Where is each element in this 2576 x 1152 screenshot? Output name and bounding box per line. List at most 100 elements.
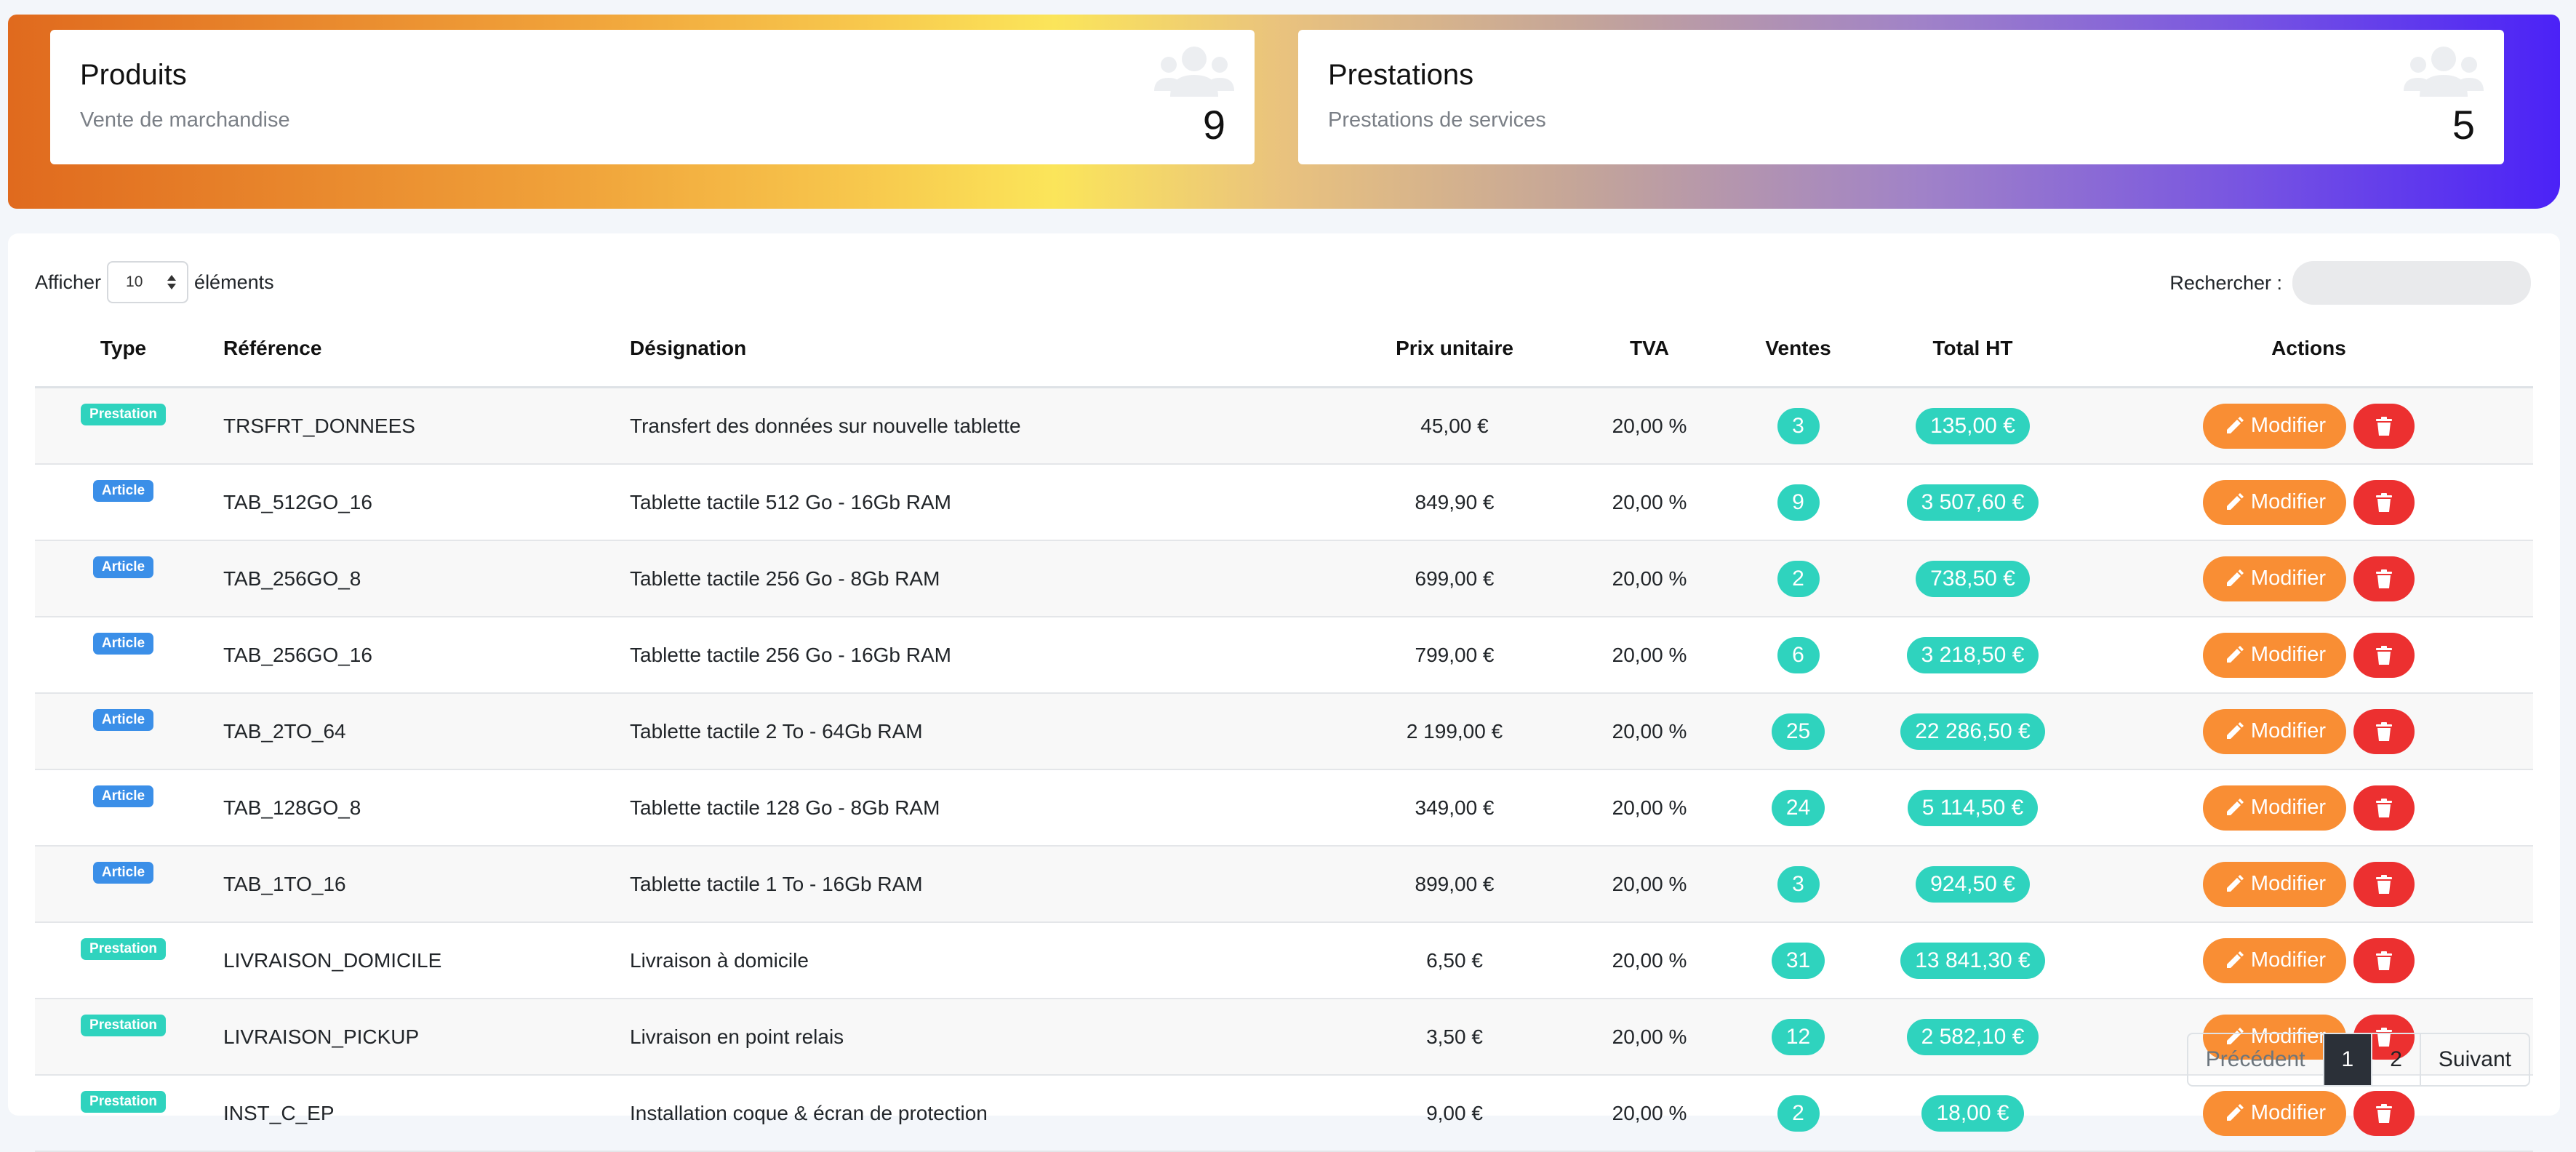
sales-cell: 12	[1735, 999, 1861, 1076]
pagination-page-2[interactable]: 2	[2372, 1034, 2421, 1085]
column-header-type[interactable]: Type	[35, 311, 212, 388]
column-header-sales[interactable]: Ventes	[1735, 311, 1861, 388]
delete-button[interactable]	[2353, 556, 2415, 601]
designation-cell: Tablette tactile 2 To - 64Gb RAM	[618, 693, 1345, 770]
reference-cell: TAB_128GO_8	[212, 769, 618, 847]
actions-cell: Modifier	[2084, 693, 2533, 770]
sales-pill: 24	[1771, 789, 1825, 826]
column-header-unit-price[interactable]: Prix unitaire	[1345, 311, 1564, 388]
delete-button[interactable]	[2353, 708, 2415, 754]
delete-button[interactable]	[2353, 861, 2415, 907]
type-cell: Article	[35, 846, 212, 923]
stat-subtitle: Prestations de services	[1328, 108, 1546, 132]
designation-cell: Installation coque & écran de protection	[618, 1075, 1345, 1152]
total-ht-cell: 13 841,30 €	[1861, 922, 2084, 999]
designation-cell: Tablette tactile 128 Go - 8Gb RAM	[618, 769, 1345, 847]
total-ht-pill: 738,50 €	[1916, 560, 2030, 597]
users-icon	[2404, 47, 2484, 97]
products-table: Type Référence Désignation Prix unitaire…	[35, 311, 2533, 1152]
edit-button[interactable]: Modifier	[2202, 708, 2347, 754]
total-ht-pill: 5 114,50 €	[1907, 789, 2039, 826]
delete-button[interactable]	[2353, 937, 2415, 983]
unit-price-cell: 849,90 €	[1345, 464, 1564, 541]
reference-cell: INST_C_EP	[212, 1075, 618, 1152]
column-header-total-ht[interactable]: Total HT	[1861, 311, 2084, 388]
column-header-designation[interactable]: Désignation	[618, 311, 1345, 388]
delete-button[interactable]	[2353, 479, 2415, 525]
pencil-icon	[2226, 569, 2244, 586]
type-cell: Article	[35, 769, 212, 847]
delete-button[interactable]	[2353, 632, 2415, 678]
total-ht-pill: 22 286,50 €	[1900, 713, 2045, 750]
edit-button[interactable]: Modifier	[2202, 632, 2347, 678]
trash-icon	[2376, 1103, 2393, 1123]
trash-icon	[2376, 645, 2393, 665]
designation-cell: Livraison à domicile	[618, 922, 1345, 999]
sales-pill: 3	[1777, 865, 1820, 903]
stat-card-produits: Produits Vente de marchandise 9	[50, 30, 1255, 164]
sales-pill: 2	[1777, 560, 1820, 597]
total-ht-pill: 2 582,10 €	[1906, 1018, 2039, 1055]
products-panel: Afficher 10 éléments Rechercher : Type R…	[8, 233, 2560, 1152]
delete-button[interactable]	[2353, 1090, 2415, 1136]
page-length-select[interactable]: 10	[107, 261, 189, 303]
edit-button-label: Modifier	[2250, 872, 2327, 895]
type-badge: Prestation	[81, 404, 166, 425]
unit-price-cell: 799,00 €	[1345, 617, 1564, 694]
tva-cell: 20,00 %	[1564, 464, 1735, 541]
designation-cell: Tablette tactile 256 Go - 8Gb RAM	[618, 540, 1345, 617]
type-cell: Prestation	[35, 922, 212, 999]
type-cell: Prestation	[35, 387, 212, 465]
edit-button[interactable]: Modifier	[2202, 1090, 2347, 1136]
edit-button-label: Modifier	[2250, 796, 2327, 819]
type-badge: Article	[92, 709, 154, 731]
total-ht-cell: 18,00 €	[1861, 1075, 2084, 1152]
page-length-value: 10	[126, 273, 143, 290]
pagination-next[interactable]: Suivant	[2421, 1034, 2529, 1085]
reference-cell: LIVRAISON_DOMICILE	[212, 922, 618, 999]
pencil-icon	[2226, 798, 2244, 815]
type-badge: Article	[92, 480, 154, 502]
total-ht-pill: 13 841,30 €	[1900, 942, 2045, 979]
trash-icon	[2376, 569, 2393, 588]
column-header-tva[interactable]: TVA	[1564, 311, 1735, 388]
edit-button-label: Modifier	[2250, 414, 2327, 437]
sales-pill: 12	[1771, 1018, 1825, 1055]
actions-cell: Modifier	[2084, 387, 2533, 465]
edit-button[interactable]: Modifier	[2202, 556, 2347, 601]
tva-cell: 20,00 %	[1564, 846, 1735, 923]
sales-pill: 2	[1777, 1095, 1820, 1132]
tva-cell: 20,00 %	[1564, 922, 1735, 999]
sales-cell: 3	[1735, 387, 1861, 465]
search-control: Rechercher :	[2169, 261, 2531, 305]
pencil-icon	[2226, 645, 2244, 663]
search-input[interactable]	[2292, 261, 2531, 305]
edit-button[interactable]: Modifier	[2202, 861, 2347, 907]
sales-cell: 3	[1735, 846, 1861, 923]
designation-cell: Transfert des données sur nouvelle table…	[618, 387, 1345, 465]
sales-pill: 3	[1777, 407, 1820, 444]
reference-cell: TAB_512GO_16	[212, 464, 618, 541]
total-ht-cell: 5 114,50 €	[1861, 769, 2084, 847]
trash-icon	[2376, 721, 2393, 741]
delete-button[interactable]	[2353, 403, 2415, 449]
edit-button[interactable]: Modifier	[2202, 403, 2347, 449]
table-row: Article TAB_256GO_16 Tablette tactile 256 …	[35, 617, 2533, 694]
column-header-reference[interactable]: Référence	[212, 311, 618, 388]
pagination-previous[interactable]: Précédent	[2188, 1034, 2324, 1085]
sales-pill: 31	[1771, 942, 1825, 979]
table-row: Article TAB_1TO_16 Tablette tactile 1 To -…	[35, 846, 2533, 923]
trash-icon	[2376, 798, 2393, 817]
table-row: Prestation LIVRAISON_PICKUP Livraison en p…	[35, 999, 2533, 1076]
type-cell: Article	[35, 540, 212, 617]
actions-cell: Modifier	[2084, 922, 2533, 999]
unit-price-cell: 3,50 €	[1345, 999, 1564, 1076]
edit-button[interactable]: Modifier	[2202, 785, 2347, 831]
delete-button[interactable]	[2353, 785, 2415, 831]
table-header-row: Type Référence Désignation Prix unitaire…	[35, 311, 2533, 388]
edit-button-label: Modifier	[2250, 948, 2327, 972]
sales-pill: 25	[1771, 713, 1825, 750]
edit-button[interactable]: Modifier	[2202, 937, 2347, 983]
pagination-page-1[interactable]: 1	[2324, 1034, 2373, 1085]
edit-button[interactable]: Modifier	[2202, 479, 2347, 525]
